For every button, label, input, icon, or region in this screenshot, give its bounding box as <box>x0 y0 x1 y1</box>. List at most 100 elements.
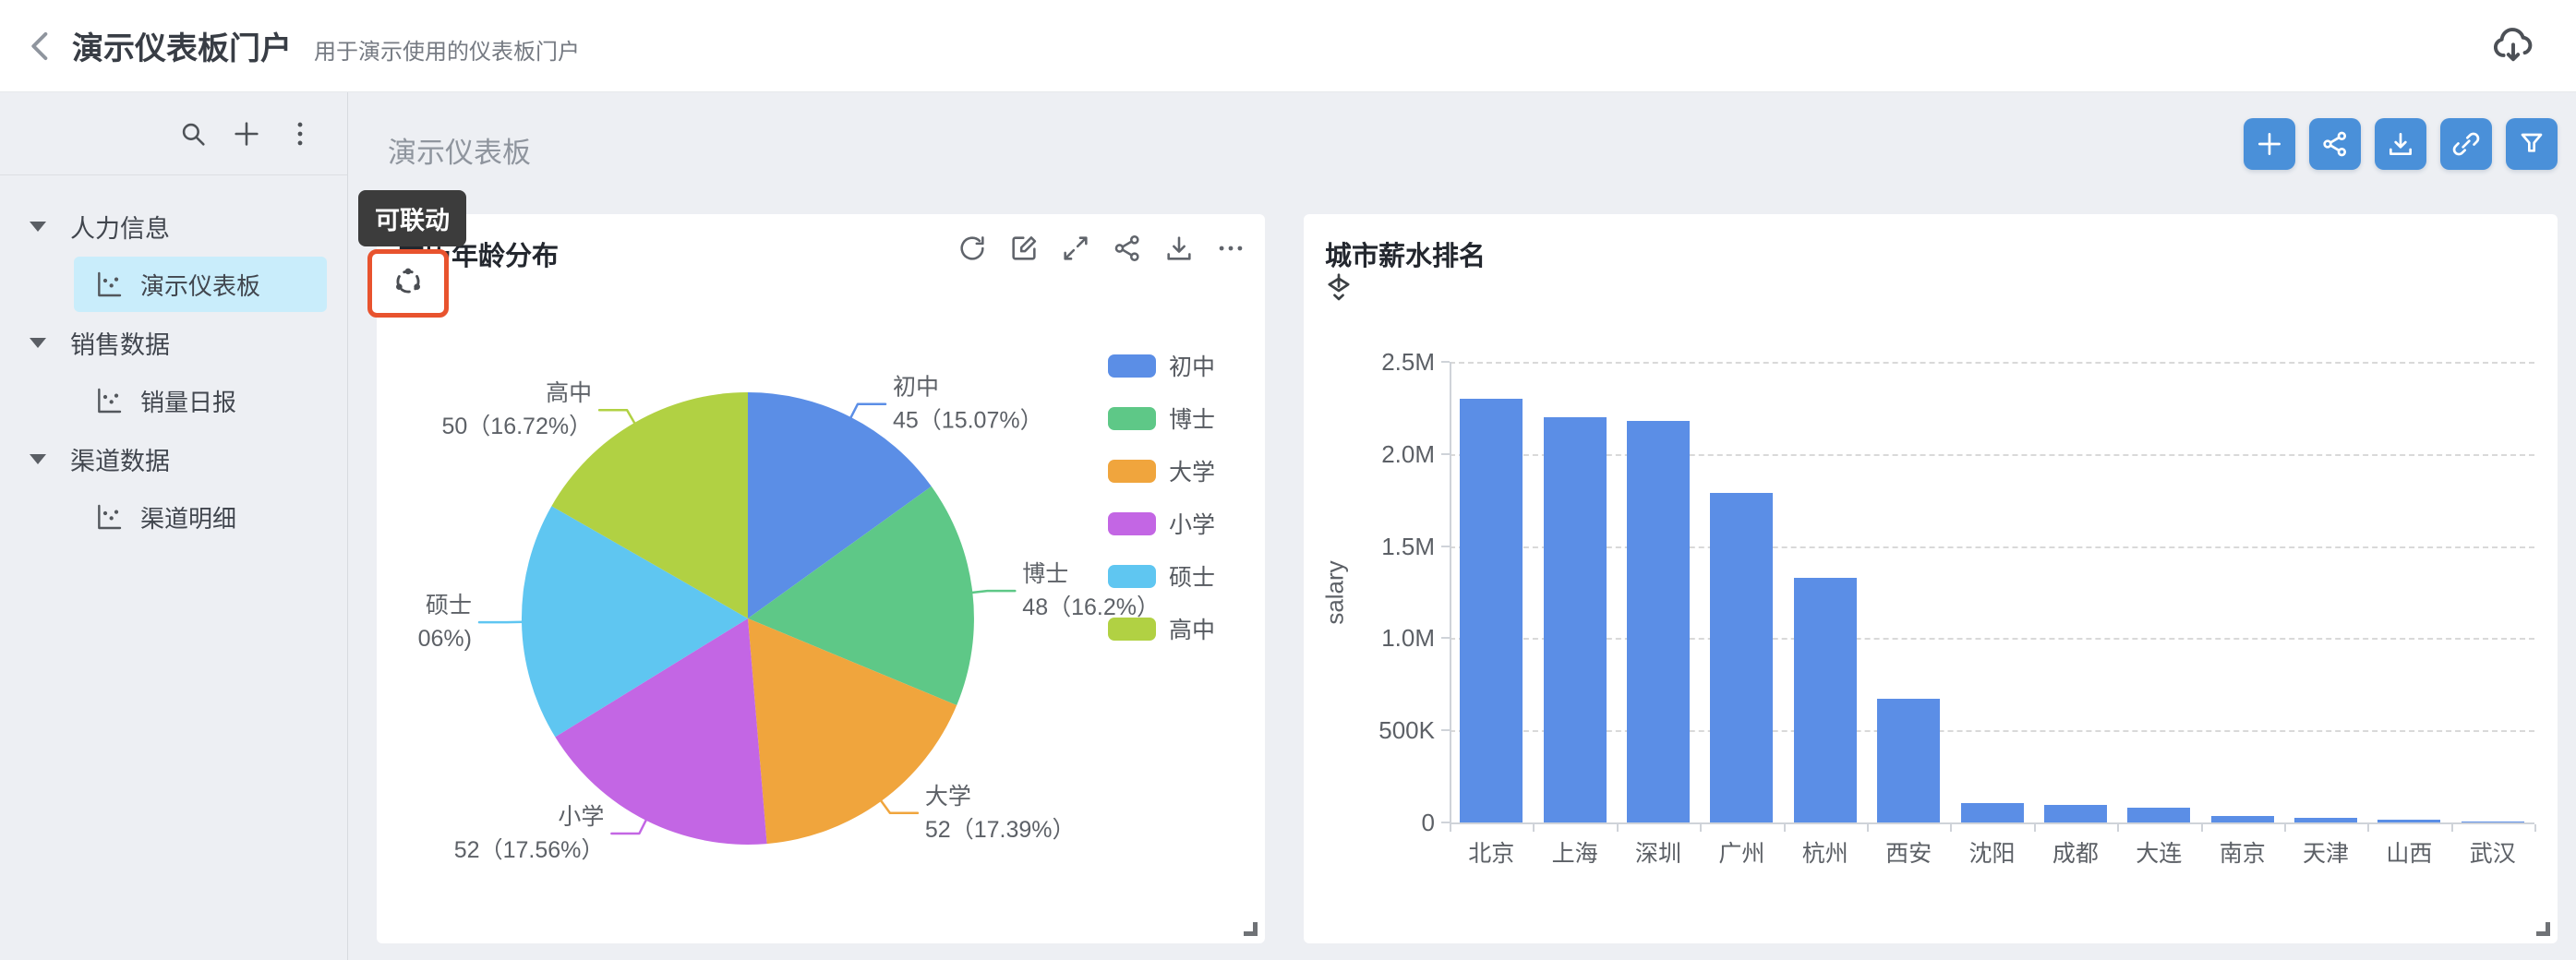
resize-handle[interactable] <box>1244 922 1258 936</box>
x-category-label: 杭州 <box>1784 835 1867 869</box>
link-button[interactable] <box>2440 118 2492 170</box>
tree-group-销售数据[interactable]: 销售数据 <box>0 316 347 369</box>
tree-group-label: 销售数据 <box>70 325 170 361</box>
y-tick-mark <box>1441 546 1450 547</box>
pie-label-value: 52（17.56%） <box>454 837 605 863</box>
pie-label-name: 高中 <box>546 380 592 406</box>
expand-icon[interactable] <box>1060 233 1091 264</box>
bar-杭州[interactable] <box>1794 578 1857 823</box>
linkage-icon <box>391 264 426 304</box>
x-category-label: 山西 <box>2367 835 2450 869</box>
legend-item-小学[interactable]: 小学 <box>1108 507 1215 540</box>
y-tick-mark <box>1441 637 1450 639</box>
x-tick-mark <box>1450 824 1451 832</box>
legend-label: 初中 <box>1169 349 1215 382</box>
search-icon[interactable] <box>177 118 209 150</box>
y-tick-label: 0 <box>1346 809 1435 837</box>
bar-沈阳[interactable] <box>1961 803 2024 822</box>
bar-天津[interactable] <box>2294 818 2357 822</box>
x-tick-mark <box>1867 824 1869 832</box>
tree-group-label: 渠道数据 <box>70 441 170 477</box>
gridline <box>1450 454 2534 456</box>
bar-card-title: 城市薪水排名 <box>1325 234 1486 273</box>
tree-item-渠道明细[interactable]: 渠道明细 <box>74 489 327 545</box>
x-tick-mark <box>1700 824 1702 832</box>
x-category-label: 北京 <box>1450 835 1533 869</box>
download-icon[interactable] <box>1163 233 1195 264</box>
x-tick-mark <box>1533 824 1535 832</box>
bar-大连[interactable] <box>2127 808 2190 822</box>
legend-item-硕士[interactable]: 硕士 <box>1108 559 1215 593</box>
tree-group-渠道数据[interactable]: 渠道数据 <box>0 432 347 486</box>
more-icon[interactable] <box>1215 233 1246 264</box>
gridline <box>1450 546 2534 548</box>
bar-西安[interactable] <box>1877 699 1940 822</box>
tree-group-label: 人力信息 <box>70 209 170 245</box>
bar-南京[interactable] <box>2211 816 2274 822</box>
pie-label-name: 初中 <box>893 375 939 401</box>
chart-icon <box>94 270 124 299</box>
sidebar-toolbar <box>0 92 347 175</box>
tree-item-演示仪表板[interactable]: 演示仪表板 <box>74 257 327 312</box>
legend-item-博士[interactable]: 博士 <box>1108 402 1215 435</box>
chevron-down-icon <box>30 454 46 464</box>
legend-item-初中[interactable]: 初中 <box>1108 349 1215 382</box>
pie-label-line <box>970 591 1015 593</box>
export-button[interactable] <box>2375 118 2426 170</box>
bar-成都[interactable] <box>2044 805 2107 822</box>
bar-上海[interactable] <box>1544 417 1607 822</box>
legend-item-高中[interactable]: 高中 <box>1108 612 1215 645</box>
dashboard-portal-page: { "header": { "title": "演示仪表板门户", "subti… <box>0 0 2576 960</box>
legend-item-大学[interactable]: 大学 <box>1108 454 1215 487</box>
y-tick-label: 1.0M <box>1346 624 1435 653</box>
x-tick-mark <box>2034 824 2036 832</box>
back-button[interactable] <box>22 27 61 66</box>
pie-label-value: 45（15.07%） <box>893 408 1043 434</box>
x-tick-mark <box>2367 824 2369 832</box>
plus-icon[interactable] <box>231 118 262 150</box>
portal-title: 演示仪表板门户 <box>72 23 292 68</box>
bar-广州[interactable] <box>1710 493 1773 822</box>
chevron-down-icon <box>30 338 46 348</box>
share-button[interactable] <box>2309 118 2361 170</box>
tree-item-label: 渠道明细 <box>140 500 236 534</box>
x-tick-mark <box>1617 824 1619 832</box>
main-area: 演示仪表板 学历年龄分布 初中45（15.07%）博士48（16.2%）大学52… <box>348 92 2576 960</box>
gridline <box>1450 362 2534 364</box>
kebab-icon[interactable] <box>284 118 316 150</box>
bar-北京[interactable] <box>1460 399 1523 822</box>
chevron-down-icon <box>30 222 46 232</box>
dashboard-actions <box>2244 118 2558 170</box>
linkage-highlight-box[interactable] <box>367 249 449 318</box>
x-tick-mark <box>2117 824 2119 832</box>
bar-山西[interactable] <box>2377 820 2440 822</box>
bar-深圳[interactable] <box>1627 421 1690 822</box>
refresh-icon[interactable] <box>957 233 988 264</box>
y-tick-mark <box>1441 361 1450 363</box>
legend-swatch <box>1108 354 1156 378</box>
filter-button[interactable] <box>2506 118 2558 170</box>
resize-handle[interactable] <box>2536 922 2550 936</box>
legend-label: 高中 <box>1169 612 1215 645</box>
page-title: 演示仪表板 <box>388 129 531 171</box>
pie-label-name: 大学 <box>925 784 971 810</box>
legend-swatch <box>1108 618 1156 641</box>
tree-group-人力信息[interactable]: 人力信息 <box>0 199 347 253</box>
share-icon[interactable] <box>1112 233 1143 264</box>
x-category-label: 西安 <box>1867 835 1950 869</box>
y-axis-title: salary <box>1321 560 1350 624</box>
edit-icon[interactable] <box>1008 233 1040 264</box>
legend-label: 大学 <box>1169 454 1215 487</box>
app-header: 演示仪表板门户 用于演示使用的仪表板门户 <box>0 0 2576 92</box>
drill-icon[interactable] <box>1322 271 1355 305</box>
x-category-label: 上海 <box>1533 835 1616 869</box>
tree-item-销量日报[interactable]: 销量日报 <box>74 373 327 428</box>
add-button[interactable] <box>2244 118 2295 170</box>
pie-chart-card: 学历年龄分布 初中45（15.07%）博士48（16.2%）大学52（17.39… <box>377 214 1265 943</box>
cloud-download-icon[interactable] <box>2489 22 2537 70</box>
x-category-label: 深圳 <box>1617 835 1700 869</box>
chart-icon <box>94 502 124 532</box>
x-category-label: 沈阳 <box>1950 835 2033 869</box>
legend-label: 博士 <box>1169 402 1215 435</box>
pie-label-line <box>599 410 635 425</box>
